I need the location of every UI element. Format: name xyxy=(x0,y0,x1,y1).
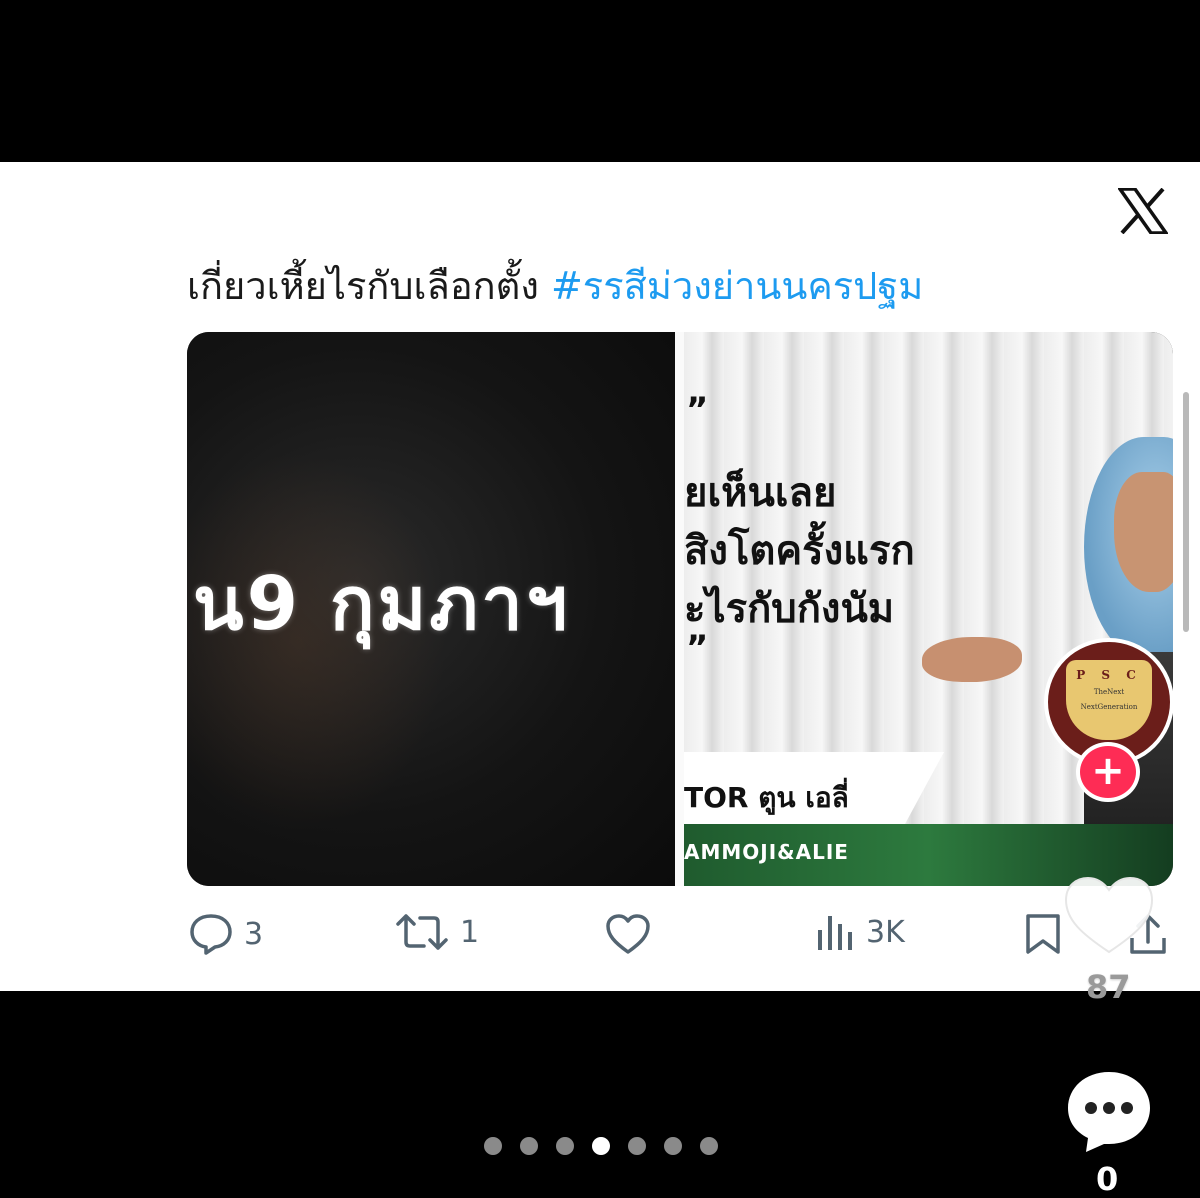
scrollbar[interactable] xyxy=(1183,392,1189,632)
quote-open: ” xyxy=(686,390,709,430)
tiktok-comment-count: 0 xyxy=(1096,1160,1119,1198)
views-button[interactable]: 3K xyxy=(816,912,905,952)
tweet-media[interactable]: น9 กุมภาฯ ” ยเห็นเลย สิงโตครั้งแรก ะไรกั… xyxy=(187,332,1173,886)
heart-icon xyxy=(606,914,650,954)
badge-sub-2: NextGeneration xyxy=(1080,703,1138,711)
reply-count: 3 xyxy=(244,916,264,952)
reply-button[interactable]: 3 xyxy=(188,912,263,956)
views-chart-icon xyxy=(818,916,852,950)
reply-icon xyxy=(190,914,232,955)
carousel-dot-active[interactable] xyxy=(592,1137,610,1155)
caption-line-1: ยเห็นเลย xyxy=(684,470,837,516)
person-hand xyxy=(922,637,1022,682)
tiktok-like-count: 87 xyxy=(1086,968,1131,1006)
green-bar-text: AMMOJI&ALIE xyxy=(684,840,849,864)
shield-emblem-icon: P S C TheNext NextGeneration xyxy=(1066,660,1152,740)
lower-third-name: TOR ตูน เอลี่ xyxy=(684,781,849,814)
carousel-dots xyxy=(484,1137,718,1155)
carousel-dot[interactable] xyxy=(664,1137,682,1155)
tweet-text: เกี่ยวเหี้ยไรกับเลือกตั้ง #รรสีม่วงย่านน… xyxy=(187,255,923,316)
hashtag-link[interactable]: #รรสีม่วงย่านนครปฐม xyxy=(551,264,923,308)
tiktok-like-heart-icon[interactable] xyxy=(1062,874,1156,956)
media-right-frame: ” ยเห็นเลย สิงโตครั้งแรก ะไรกับกังนัม ” … xyxy=(684,332,1173,886)
badge-sub-1: TheNext xyxy=(1093,688,1125,696)
like-button[interactable] xyxy=(604,912,652,956)
caption-line-3: ะไรกับกังนัม xyxy=(684,586,895,632)
x-logo-icon xyxy=(1118,188,1168,234)
video-caption-left: น9 กุมภาฯ xyxy=(193,561,571,647)
carousel-dot[interactable] xyxy=(520,1137,538,1155)
tweet-body: เกี่ยวเหี้ยไรกับเลือกตั้ง xyxy=(187,264,551,308)
carousel-dot[interactable] xyxy=(628,1137,646,1155)
carousel-dot[interactable] xyxy=(556,1137,574,1155)
caption-line-2: สิงโตครั้งแรก xyxy=(684,528,915,574)
retweet-count: 1 xyxy=(460,914,480,950)
views-count: 3K xyxy=(866,914,905,950)
badge-letters: P S C xyxy=(1076,668,1142,682)
follow-plus-button[interactable]: + xyxy=(1076,742,1140,802)
bookmark-button[interactable] xyxy=(1024,912,1062,956)
retweet-button[interactable]: 1 xyxy=(394,912,479,952)
retweet-icon xyxy=(396,914,448,950)
tiktok-comment-icon[interactable] xyxy=(1064,1068,1154,1154)
bookmark-icon xyxy=(1026,914,1060,954)
carousel-dot[interactable] xyxy=(700,1137,718,1155)
media-left-frame: น9 กุมภาฯ xyxy=(187,332,675,886)
carousel-dot[interactable] xyxy=(484,1137,502,1155)
quote-close: ” xyxy=(686,628,709,668)
